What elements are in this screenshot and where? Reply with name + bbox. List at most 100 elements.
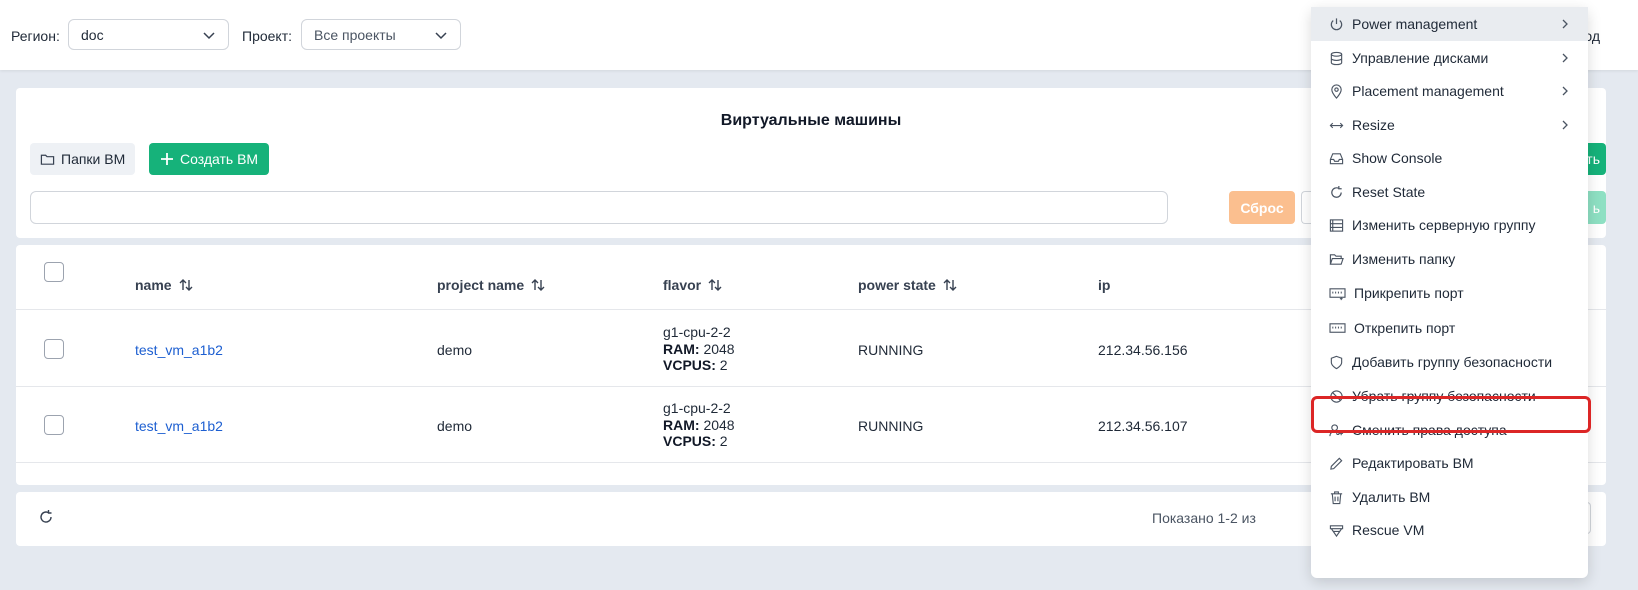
chevron-right-icon	[1562, 53, 1568, 63]
plus-icon	[161, 153, 173, 165]
menu-item-change-access-rights[interactable]: Сменить права доступа	[1311, 413, 1588, 447]
chevron-right-icon	[1562, 120, 1568, 130]
menu-item-remove-security-group[interactable]: Убрать группу безопасности	[1311, 379, 1588, 413]
resize-arrows-icon	[1329, 122, 1344, 128]
map-pin-icon	[1331, 83, 1342, 99]
ip-cell: 212.34.56.156	[1098, 342, 1188, 358]
vcpus-label: VCPUS:	[663, 357, 716, 373]
menu-item-show-console[interactable]: Show Console	[1311, 141, 1588, 175]
sort-icon[interactable]	[942, 277, 958, 293]
ram-label: RAM:	[663, 416, 700, 433]
sort-icon[interactable]	[178, 277, 194, 293]
menu-item-label: Прикрепить порт	[1354, 285, 1464, 301]
reset-label: Сброс	[1240, 199, 1284, 216]
power-state-cell: RUNNING	[858, 418, 924, 434]
menu-item-label: Управление дисками	[1352, 50, 1489, 66]
project-name-cell: demo	[437, 342, 473, 358]
folder-icon	[40, 154, 55, 165]
pencil-icon	[1330, 457, 1343, 470]
menu-item-label: Placement management	[1352, 83, 1504, 99]
power-state-cell: RUNNING	[858, 342, 924, 358]
menu-item-placement-management[interactable]: Placement management	[1311, 74, 1588, 108]
vm-actions-menu: Power management Управление дисками Plac…	[1311, 7, 1588, 578]
project-label: Проект:	[242, 28, 293, 44]
menu-item-edit-vm[interactable]: Редактировать ВМ	[1311, 446, 1588, 480]
chevron-right-icon	[1562, 86, 1568, 96]
menu-item-label: Rescue VM	[1352, 522, 1425, 538]
menu-item-label: Открепить порт	[1354, 320, 1456, 336]
menu-item-label: Изменить серверную группу	[1352, 217, 1536, 233]
server-group-icon	[1329, 218, 1344, 232]
region-label: Регион:	[11, 28, 60, 44]
vm-name-link[interactable]: test_vm_a1b2	[135, 418, 223, 434]
region-value: doc	[81, 26, 104, 43]
ip-cell: 212.34.56.107	[1098, 418, 1188, 434]
menu-item-rescue-vm[interactable]: Rescue VM	[1311, 513, 1588, 547]
column-header-power-state[interactable]: power state	[858, 277, 958, 293]
create-vm-button[interactable]: Создать ВМ	[149, 143, 270, 175]
column-header-label: flavor	[663, 277, 702, 293]
menu-item-label: Изменить папку	[1352, 251, 1456, 267]
menu-item-label: Power management	[1352, 16, 1478, 32]
region-select[interactable]: doc	[68, 19, 229, 50]
user-key-icon	[1329, 423, 1344, 436]
trash-icon	[1330, 490, 1343, 504]
column-header-label: project name	[437, 277, 525, 293]
row-checkbox[interactable]	[44, 339, 64, 359]
menu-item-detach-port[interactable]: Открепить порт	[1311, 311, 1588, 345]
menu-item-change-server-group[interactable]: Изменить серверную группу	[1311, 208, 1588, 242]
vm-folders-button[interactable]: Папки ВМ	[30, 143, 136, 175]
create-vm-label: Создать ВМ	[180, 151, 259, 167]
column-header-flavor[interactable]: flavor	[663, 277, 723, 293]
search-input[interactable]	[30, 191, 1168, 224]
menu-item-label: Редактировать ВМ	[1352, 455, 1474, 471]
menu-item-reset-state[interactable]: Reset State	[1311, 175, 1588, 209]
menu-item-attach-port[interactable]: Прикрепить порт	[1311, 276, 1588, 310]
vcpus-value: 2	[719, 433, 728, 449]
apply-filter-label: ь	[1592, 199, 1600, 216]
select-all-checkbox[interactable]	[44, 262, 64, 282]
menu-item-delete-vm[interactable]: Удалить ВМ	[1311, 480, 1588, 514]
flavor-cell: g1-cpu-2-2 RAM: 2048 VCPUS: 2	[663, 324, 735, 374]
header-action-label: ть	[1586, 151, 1600, 167]
refresh-icon[interactable]	[38, 509, 54, 525]
menu-item-add-security-group[interactable]: Добавить группу безопасности	[1311, 345, 1588, 379]
column-header-project[interactable]: project name	[437, 277, 546, 293]
port-attach-icon	[1329, 287, 1346, 300]
flavor-name: g1-cpu-2-2	[663, 400, 731, 416]
flavor-cell: g1-cpu-2-2 RAM: 2048 VCPUS: 2	[663, 400, 735, 450]
vcpus-label: VCPUS:	[663, 433, 716, 449]
sort-icon[interactable]	[530, 277, 546, 293]
reset-button[interactable]: Сброс	[1229, 191, 1295, 224]
ram-value: 2048	[703, 340, 735, 357]
row-checkbox[interactable]	[44, 415, 64, 435]
menu-item-label: Resize	[1352, 117, 1395, 133]
menu-item-resize[interactable]: Resize	[1311, 108, 1588, 142]
vm-name-link[interactable]: test_vm_a1b2	[135, 342, 223, 358]
inbox-icon	[1329, 152, 1344, 164]
menu-item-label: Show Console	[1352, 150, 1443, 166]
column-header-label: ip	[1098, 277, 1111, 293]
power-icon	[1330, 17, 1343, 30]
menu-item-power-management[interactable]: Power management	[1311, 7, 1588, 41]
menu-item-label: Reset State	[1352, 184, 1426, 200]
column-header-name[interactable]: name	[135, 277, 194, 293]
port-detach-icon	[1329, 322, 1346, 333]
project-value: Все проекты	[314, 26, 396, 43]
menu-item-change-folder[interactable]: Изменить папку	[1311, 242, 1588, 276]
rescue-icon	[1329, 524, 1344, 537]
shield-icon	[1330, 355, 1343, 369]
project-select[interactable]: Все проекты	[301, 19, 461, 50]
menu-item-label: Удалить ВМ	[1352, 489, 1431, 505]
database-icon	[1330, 51, 1343, 65]
vcpus-value: 2	[719, 357, 728, 373]
ban-icon	[1330, 389, 1343, 403]
chevron-right-icon	[1562, 19, 1568, 29]
column-header-label: name	[135, 277, 172, 293]
pagination-info: Показано 1-2 из	[1152, 510, 1256, 526]
menu-item-label: Сменить права доступа	[1352, 422, 1507, 438]
menu-item-disk-management[interactable]: Управление дисками	[1311, 41, 1588, 75]
chevron-down-icon	[203, 31, 215, 39]
column-header-label: power state	[858, 277, 936, 293]
sort-icon[interactable]	[707, 277, 723, 293]
